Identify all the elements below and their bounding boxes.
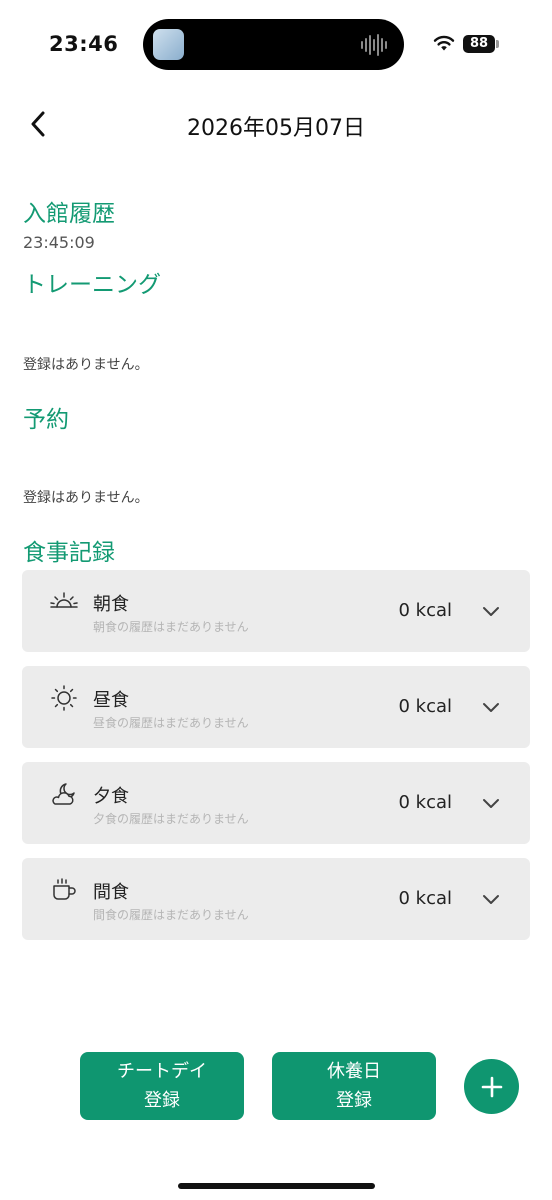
meal-name: 昼食 — [93, 690, 129, 711]
chevron-down-icon[interactable] — [482, 890, 500, 908]
audio-waveform-icon — [361, 34, 387, 56]
reservation-empty-text: 登録はありません。 — [23, 490, 149, 506]
training-title: トレーニング — [23, 272, 161, 298]
meal-record-title: 食事記録 — [23, 540, 115, 566]
cheat-day-register-label: 登録 — [144, 1090, 180, 1111]
chevron-down-icon[interactable] — [482, 602, 500, 620]
meal-name: 夕食 — [93, 786, 129, 807]
meal-history-text: 昼食の履歴はまだありません — [93, 716, 249, 730]
meal-card-snack[interactable]: 間食 間食の履歴はまだありません 0 kcal — [22, 858, 530, 940]
meal-name: 朝食 — [93, 594, 129, 615]
home-indicator[interactable] — [178, 1183, 375, 1189]
meal-name: 間食 — [93, 882, 129, 903]
entry-time: 23:45:09 — [23, 233, 95, 252]
meal-kcal: 0 kcal — [398, 888, 452, 909]
status-bar: 23:46 88 — [0, 0, 552, 90]
reservation-title: 予約 — [23, 407, 69, 433]
chevron-down-icon[interactable] — [482, 794, 500, 812]
battery-tip — [496, 40, 499, 48]
meal-history-text: 朝食の履歴はまだありません — [93, 620, 249, 634]
meal-history-text: 間食の履歴はまだありません — [93, 908, 249, 922]
page-title: 2026年05月07日 — [187, 116, 365, 141]
moon-cloud-icon — [52, 783, 75, 805]
plus-icon — [481, 1076, 502, 1097]
meal-kcal: 0 kcal — [398, 600, 452, 621]
rest-day-register-label: 登録 — [336, 1090, 372, 1111]
sunrise-icon — [50, 592, 78, 608]
meal-kcal: 0 kcal — [398, 696, 452, 717]
coffee-cup-icon — [53, 878, 76, 900]
add-button[interactable] — [464, 1059, 519, 1114]
training-empty-text: 登録はありません。 — [23, 357, 149, 373]
sun-icon — [51, 685, 77, 711]
cheat-day-label: チートデイ — [117, 1061, 207, 1082]
meal-card-breakfast[interactable]: 朝食 朝食の履歴はまだありません 0 kcal — [22, 570, 530, 652]
status-time: 23:46 — [49, 32, 119, 56]
meal-card-lunch[interactable]: 昼食 昼食の履歴はまだありません 0 kcal — [22, 666, 530, 748]
wifi-icon — [433, 35, 455, 51]
meal-kcal: 0 kcal — [398, 792, 452, 813]
rest-day-label: 休養日 — [327, 1061, 381, 1082]
dynamic-island[interactable] — [143, 19, 404, 70]
chevron-down-icon[interactable] — [482, 698, 500, 716]
rest-day-register-button[interactable]: 休養日 登録 — [272, 1052, 436, 1120]
meal-card-dinner[interactable]: 夕食 夕食の履歴はまだありません 0 kcal — [22, 762, 530, 844]
cheat-day-register-button[interactable]: チートデイ 登録 — [80, 1052, 244, 1120]
meal-history-text: 夕食の履歴はまだありません — [93, 812, 249, 826]
battery-indicator: 88 — [463, 35, 495, 53]
entry-history-title: 入館履歴 — [23, 201, 115, 227]
now-playing-artwork — [153, 29, 184, 60]
